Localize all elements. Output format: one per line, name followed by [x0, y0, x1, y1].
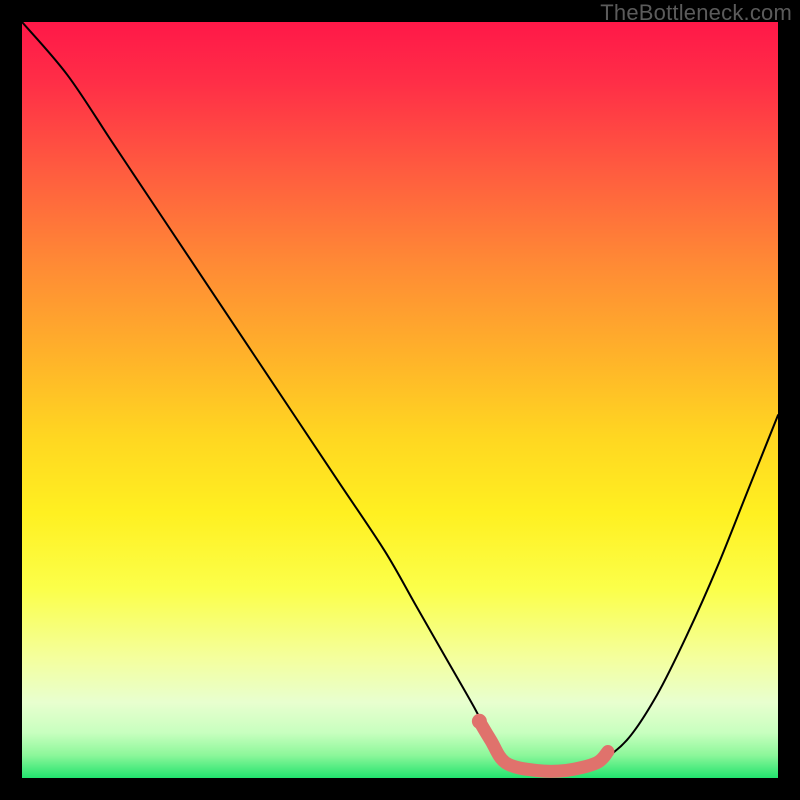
optimal-start-dot: [472, 714, 487, 729]
bottleneck-curve-line: [22, 22, 778, 771]
chart-svg: [22, 22, 778, 778]
chart-gradient-panel: [22, 22, 778, 778]
watermark-text: TheBottleneck.com: [600, 0, 792, 26]
optimal-zone-segment: [479, 721, 608, 771]
